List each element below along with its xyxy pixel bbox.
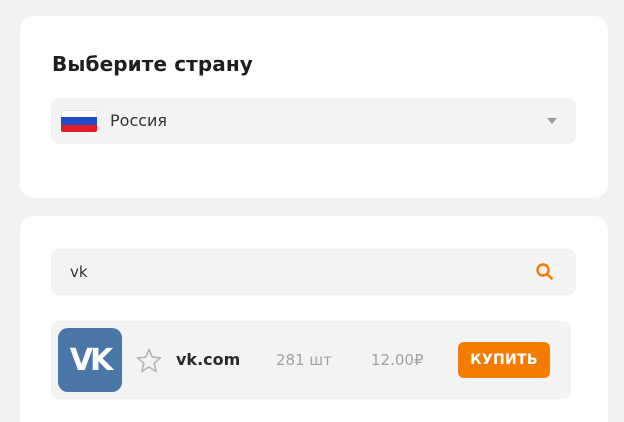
buy-button[interactable]: КУПИТЬ xyxy=(458,342,550,378)
service-name: vk.com xyxy=(176,350,241,369)
service-price: 12.00₽ xyxy=(371,351,424,369)
service-search-card: VK vk.com 281 шт 12.00₽ КУПИТЬ xyxy=(20,216,608,422)
star-outline-icon[interactable] xyxy=(135,347,163,375)
available-count: 281 шт xyxy=(276,351,332,369)
search-input[interactable] xyxy=(51,249,521,295)
caret-down-icon xyxy=(547,118,557,124)
country-select[interactable]: Россия xyxy=(51,98,576,144)
selected-country-label: Россия xyxy=(110,111,168,130)
vk-logo-text: VK xyxy=(69,342,114,378)
service-row: VK vk.com 281 шт 12.00₽ КУПИТЬ xyxy=(51,321,571,399)
country-section-title: Выберите страну xyxy=(52,52,253,76)
search-field[interactable] xyxy=(51,249,576,295)
search-icon[interactable] xyxy=(534,261,556,283)
russia-flag-icon xyxy=(61,110,97,132)
vk-logo-icon: VK xyxy=(58,328,122,392)
country-card: Выберите страну Россия xyxy=(20,16,608,198)
